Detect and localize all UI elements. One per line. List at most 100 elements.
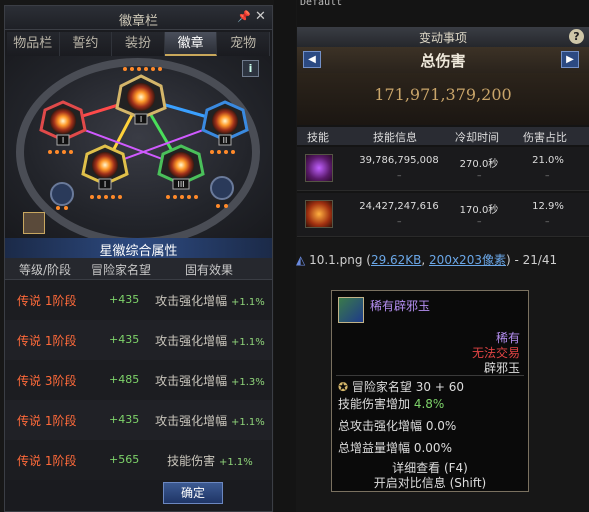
col-skill-info: 技能信息 — [373, 131, 417, 144]
row-effect: 攻击强化增幅 +1.1% — [155, 412, 265, 429]
col-fame: 冒险家名望 — [91, 263, 152, 277]
file-position: 21/41 — [522, 253, 558, 267]
row-effect-value: +1.1% — [231, 297, 265, 308]
file-caption: ◭ 10.1.png (29.62KB, 200x203像素) - 21/41 — [296, 253, 558, 267]
fire-demon-skill-icon — [305, 200, 333, 228]
item-type: 辟邪玉 — [483, 361, 520, 375]
damage-titlebar-title: 变动事项 — [418, 31, 467, 45]
row-effect: 攻击强化增幅 +1.3% — [155, 372, 265, 389]
stat-line: 总增益量增幅 0.00% — [338, 439, 452, 456]
stat-value: 0.00% — [413, 441, 452, 455]
dash: – — [397, 171, 402, 181]
row-level: 传说 1阶段 — [17, 414, 77, 428]
node-rank-label: I — [62, 136, 64, 145]
emblem-node-blue[interactable] — [201, 100, 249, 142]
row-effect-name: 攻击强化增幅 — [155, 374, 228, 388]
damage-row[interactable]: 39,786,795,008 270.0秒 21.0% – – – — [297, 147, 589, 191]
purple-demon-skill-icon — [305, 154, 333, 182]
row-fame: +485 — [109, 373, 140, 386]
node-rank-label: I — [104, 180, 106, 189]
row-fame: +435 — [109, 333, 140, 346]
divider — [336, 375, 524, 376]
stats-column-headers: 等级/阶段 冒险家名望 固有效果 — [5, 258, 272, 280]
row-effect-name: 攻击强化增幅 — [155, 334, 228, 348]
skill-damage: 39,786,795,008 — [359, 155, 439, 166]
skill-cooldown: 170.0秒 — [459, 205, 499, 216]
stat-label: 总攻击强化增幅 — [338, 419, 423, 433]
table-row: 传说 1阶段 +565 技能伤害 +1.1% — [5, 440, 272, 480]
row-effect: 攻击强化增幅 +1.1% — [155, 332, 265, 349]
file-dims-link[interactable]: 200x203像素 — [429, 253, 506, 267]
row-fame: +435 — [109, 293, 140, 306]
item-icon — [338, 297, 364, 323]
row-effect: 技能伤害 +1.1% — [155, 452, 265, 469]
skill-percent: 12.9% — [532, 201, 564, 212]
node-rank-label: II — [223, 136, 228, 145]
table-row: 传说 1阶段 +435 攻击强化增幅 +1.1% — [5, 400, 272, 440]
swirl-slot-left[interactable] — [50, 182, 74, 206]
fame-value: 30 + 60 — [415, 380, 464, 394]
compare-hint: 开启对比信息 (Shift) — [373, 476, 487, 490]
pin-icon[interactable]: 📌 — [237, 10, 251, 23]
dash: – — [397, 217, 402, 227]
col-effect: 固有效果 — [185, 263, 234, 277]
emblem-node-red[interactable] — [39, 100, 87, 142]
row-effect-value: +1.1% — [219, 457, 253, 468]
stat-label: 技能伤害增加 — [338, 397, 411, 411]
fame-line: ✪ 冒险家名望 30 + 60 — [338, 378, 464, 395]
tab-oath[interactable]: 誓约 — [59, 32, 113, 56]
fame-label: 冒险家名望 — [351, 380, 412, 394]
item-name: 稀有辟邪玉 — [370, 299, 431, 313]
info-button[interactable]: i — [242, 60, 259, 77]
constellation-graphic: I I II I III — [16, 58, 260, 238]
default-label: Default — [300, 0, 343, 8]
tab-inventory[interactable]: 物品栏 — [7, 32, 60, 56]
damage-nav: ◀ 总伤害 ▶ — [297, 47, 589, 73]
row-level: 传说 1阶段 — [17, 294, 77, 308]
dash: – — [545, 217, 550, 227]
row-effect-value: +1.3% — [231, 377, 265, 388]
emblem-item-slot[interactable] — [23, 212, 45, 234]
stat-line: 技能伤害增加 4.8% — [338, 395, 444, 412]
image-file-icon: ◭ — [296, 253, 306, 267]
tab-avatar[interactable]: 装扮 — [112, 32, 165, 56]
row-effect-name: 攻击强化增幅 — [155, 414, 228, 428]
dash: – — [545, 171, 550, 181]
damage-heading: 总伤害 — [420, 52, 466, 70]
item-tooltip: 稀有辟邪玉 稀有 无法交易 辟邪玉 ✪ 冒险家名望 30 + 60 技能伤害增加… — [331, 290, 529, 492]
next-arrow-icon[interactable]: ▶ — [561, 51, 579, 68]
close-icon[interactable]: ✕ — [255, 9, 266, 24]
node-rank-label: III — [177, 180, 184, 189]
row-effect-value: +1.1% — [231, 417, 265, 428]
row-fame: +565 — [109, 453, 140, 466]
col-skill: 技能 — [307, 131, 329, 144]
tab-bar: 物品栏 誓约 装扮 徽章 宠物 — [7, 32, 270, 56]
emblem-window: 徽章栏 📌 ✕ 物品栏 誓约 装扮 徽章 宠物 I I II I III i 星… — [4, 5, 273, 512]
emblem-node-top[interactable] — [115, 74, 167, 120]
emblem-node-yellow[interactable] — [81, 144, 129, 186]
col-level: 等级/阶段 — [19, 263, 72, 277]
stats-header-title: 星徽综合属性 — [99, 244, 178, 259]
window-titlebar[interactable]: 徽章栏 📌 ✕ — [5, 6, 272, 30]
file-size-link[interactable]: 29.62KB — [371, 253, 421, 267]
row-level: 传说 1阶段 — [17, 334, 77, 348]
swirl-slot-right[interactable] — [210, 176, 234, 200]
tab-pet[interactable]: 宠物 — [217, 32, 270, 56]
stat-value: 0.0% — [425, 419, 457, 433]
col-percent: 伤害占比 — [523, 131, 567, 144]
stats-header: 星徽综合属性 — [5, 238, 272, 259]
damage-row[interactable]: 24,427,247,616 170.0秒 12.9% – – – — [297, 193, 589, 237]
help-icon[interactable]: ? — [569, 29, 584, 44]
ok-button[interactable]: 确定 — [163, 482, 223, 504]
emblem-node-green[interactable] — [157, 144, 205, 186]
row-effect: 攻击强化增幅 +1.1% — [155, 292, 265, 309]
col-cooldown: 冷却时间 — [455, 131, 499, 144]
file-name: 10.1.png — [309, 253, 363, 267]
damage-total: 171,971,379,200 — [374, 85, 512, 104]
table-row: 传说 1阶段 +435 攻击强化增幅 +1.1% — [5, 320, 272, 360]
stat-label: 总增益量增幅 — [338, 441, 411, 455]
damage-panel: Default 变动事项 ? ◀ 总伤害 ▶ 171,971,379,200 技… — [297, 0, 589, 238]
table-row: 传说 3阶段 +485 攻击强化增幅 +1.3% — [5, 360, 272, 400]
row-effect-name: 技能伤害 — [167, 454, 216, 468]
tab-emblem[interactable]: 徽章 — [164, 32, 218, 56]
